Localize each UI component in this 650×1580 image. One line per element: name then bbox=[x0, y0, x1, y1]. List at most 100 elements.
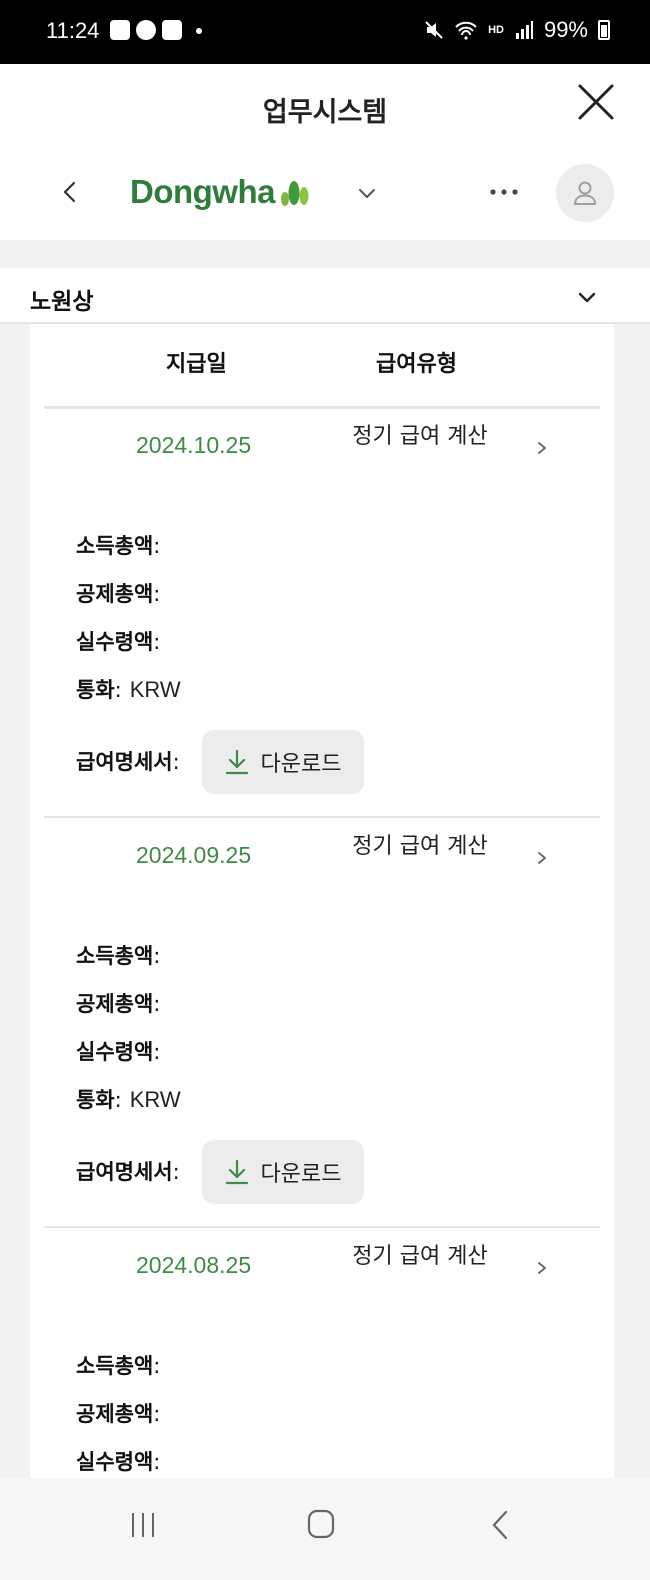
gross-amount-field: 소득총액: bbox=[76, 1350, 160, 1380]
chevron-right-icon[interactable] bbox=[534, 848, 550, 868]
payslip-label: 급여명세서 bbox=[76, 1160, 173, 1184]
currency-field: 통화: KRW bbox=[76, 674, 181, 704]
row-divider bbox=[44, 1226, 600, 1228]
payslip-field: 급여명세서: bbox=[76, 746, 180, 776]
row-divider bbox=[44, 816, 600, 818]
colon: : bbox=[153, 1450, 161, 1474]
avatar[interactable] bbox=[556, 164, 614, 222]
payslip-label: 급여명세서 bbox=[76, 750, 173, 774]
notification-icons bbox=[110, 20, 202, 40]
colon: : bbox=[153, 534, 161, 558]
download-icon bbox=[225, 1159, 248, 1185]
download-button[interactable]: 다운로드 bbox=[202, 1140, 364, 1204]
more-options-icon[interactable] bbox=[486, 182, 522, 202]
currency-value: KRW bbox=[129, 677, 181, 702]
page-title: 업무시스템 bbox=[262, 97, 388, 128]
battery-icon bbox=[598, 20, 610, 40]
recent-apps-icon[interactable] bbox=[128, 1510, 158, 1540]
colon: : bbox=[172, 750, 180, 774]
currency-label: 통화 bbox=[76, 678, 115, 702]
payslip-field: 급여명세서: bbox=[76, 1156, 180, 1186]
employee-name: 노원상 bbox=[30, 289, 94, 315]
colon: : bbox=[153, 1040, 161, 1064]
payroll-record: 2024.10.25 정기 급여 계산 소득총액: 공제총액: 실수령액: 통화… bbox=[30, 406, 614, 816]
leaf-logo-icon bbox=[280, 181, 309, 206]
payroll-record: 2024.09.25 정기 급여 계산 소득총액: 공제총액: 실수령액: 통화… bbox=[30, 816, 614, 1226]
currency-field: 통화: KRW bbox=[76, 1084, 181, 1114]
gross-amount-label: 소득총액 bbox=[76, 534, 154, 558]
deduction-amount-label: 공제총액 bbox=[76, 992, 154, 1016]
net-amount-field: 실수령액: bbox=[76, 626, 160, 656]
signal-icon bbox=[515, 21, 533, 39]
divider-band bbox=[0, 240, 650, 268]
nav-bar: Dongwha bbox=[0, 148, 650, 240]
employee-section-header[interactable]: 노원상 bbox=[0, 268, 650, 324]
deduction-amount-field: 공제총액: bbox=[76, 578, 160, 608]
payroll-record: 2024.08.25 정기 급여 계산 소득총액: 공제총액: 실수령액: bbox=[30, 1226, 614, 1478]
pay-type[interactable]: 정기 급여 계산 bbox=[350, 1240, 490, 1273]
collapse-chevron-icon[interactable] bbox=[574, 284, 600, 310]
user-icon bbox=[573, 181, 597, 205]
status-right: HD 99% bbox=[424, 17, 610, 43]
battery-percent: 99% bbox=[543, 17, 588, 42]
currency-label: 통화 bbox=[76, 1088, 115, 1112]
colon: : bbox=[153, 1354, 161, 1378]
net-amount-field: 실수령액: bbox=[76, 1446, 160, 1476]
net-amount-field: 실수령액: bbox=[76, 1036, 160, 1066]
gross-amount-field: 소득총액: bbox=[76, 530, 160, 560]
teams-icon bbox=[162, 20, 182, 40]
gross-amount-label: 소득총액 bbox=[76, 944, 154, 968]
row-divider bbox=[44, 406, 600, 408]
home-icon[interactable] bbox=[306, 1508, 336, 1540]
colon: : bbox=[153, 582, 161, 606]
back-arrow-icon[interactable] bbox=[52, 172, 88, 212]
content-area: 지급일 급여유형 2024.10.25 정기 급여 계산 소득총액: 공제총액:… bbox=[0, 324, 650, 1478]
search-app-icon bbox=[136, 20, 156, 40]
colon: : bbox=[114, 1088, 122, 1112]
net-amount-label: 실수령액 bbox=[76, 1040, 154, 1064]
colon: : bbox=[114, 678, 122, 702]
colon: : bbox=[172, 1160, 180, 1184]
payroll-table: 지급일 급여유형 2024.10.25 정기 급여 계산 소득총액: 공제총액:… bbox=[30, 324, 614, 1478]
table-header: 지급일 급여유형 bbox=[30, 324, 614, 406]
gallery-icon bbox=[110, 20, 130, 40]
pay-date[interactable]: 2024.08.25 bbox=[136, 1252, 251, 1279]
colon: : bbox=[153, 630, 161, 654]
colon: : bbox=[153, 992, 161, 1016]
currency-value: KRW bbox=[129, 1087, 181, 1112]
column-header-pay-date: 지급일 bbox=[166, 352, 227, 377]
chevron-right-icon[interactable] bbox=[534, 438, 550, 458]
deduction-amount-label: 공제총액 bbox=[76, 1402, 154, 1426]
wifi-icon bbox=[455, 21, 477, 40]
chevron-down-icon[interactable] bbox=[352, 178, 382, 208]
net-amount-label: 실수령액 bbox=[76, 630, 154, 654]
deduction-amount-field: 공제총액: bbox=[76, 988, 160, 1018]
download-label: 다운로드 bbox=[260, 752, 342, 777]
pay-date[interactable]: 2024.10.25 bbox=[136, 432, 251, 459]
gross-amount-field: 소득총액: bbox=[76, 940, 160, 970]
brand-name: Dongwha bbox=[130, 173, 275, 210]
system-navigation-bar bbox=[0, 1478, 650, 1580]
column-header-pay-type: 급여유형 bbox=[376, 352, 457, 377]
chevron-right-icon[interactable] bbox=[534, 1258, 550, 1278]
deduction-amount-field: 공제총액: bbox=[76, 1398, 160, 1428]
brand-logo[interactable]: Dongwha bbox=[130, 172, 311, 212]
network-badge: HD bbox=[488, 24, 504, 36]
download-label: 다운로드 bbox=[260, 1162, 342, 1187]
colon: : bbox=[153, 1402, 161, 1426]
close-icon[interactable] bbox=[574, 80, 618, 124]
colon: : bbox=[153, 944, 161, 968]
pay-type[interactable]: 정기 급여 계산 bbox=[350, 420, 490, 453]
gross-amount-label: 소득총액 bbox=[76, 1354, 154, 1378]
title-bar: 업무시스템 bbox=[0, 64, 650, 148]
status-time: 11:24 bbox=[46, 18, 100, 43]
net-amount-label: 실수령액 bbox=[76, 1450, 154, 1474]
pay-date[interactable]: 2024.09.25 bbox=[136, 842, 251, 869]
system-back-icon[interactable] bbox=[488, 1508, 514, 1542]
status-bar: 11:24 HD 99% bbox=[0, 0, 650, 64]
more-notifications-dot-icon bbox=[196, 28, 202, 34]
pay-type[interactable]: 정기 급여 계산 bbox=[350, 830, 490, 863]
download-button[interactable]: 다운로드 bbox=[202, 730, 364, 794]
deduction-amount-label: 공제총액 bbox=[76, 582, 154, 606]
mute-icon bbox=[425, 21, 443, 39]
